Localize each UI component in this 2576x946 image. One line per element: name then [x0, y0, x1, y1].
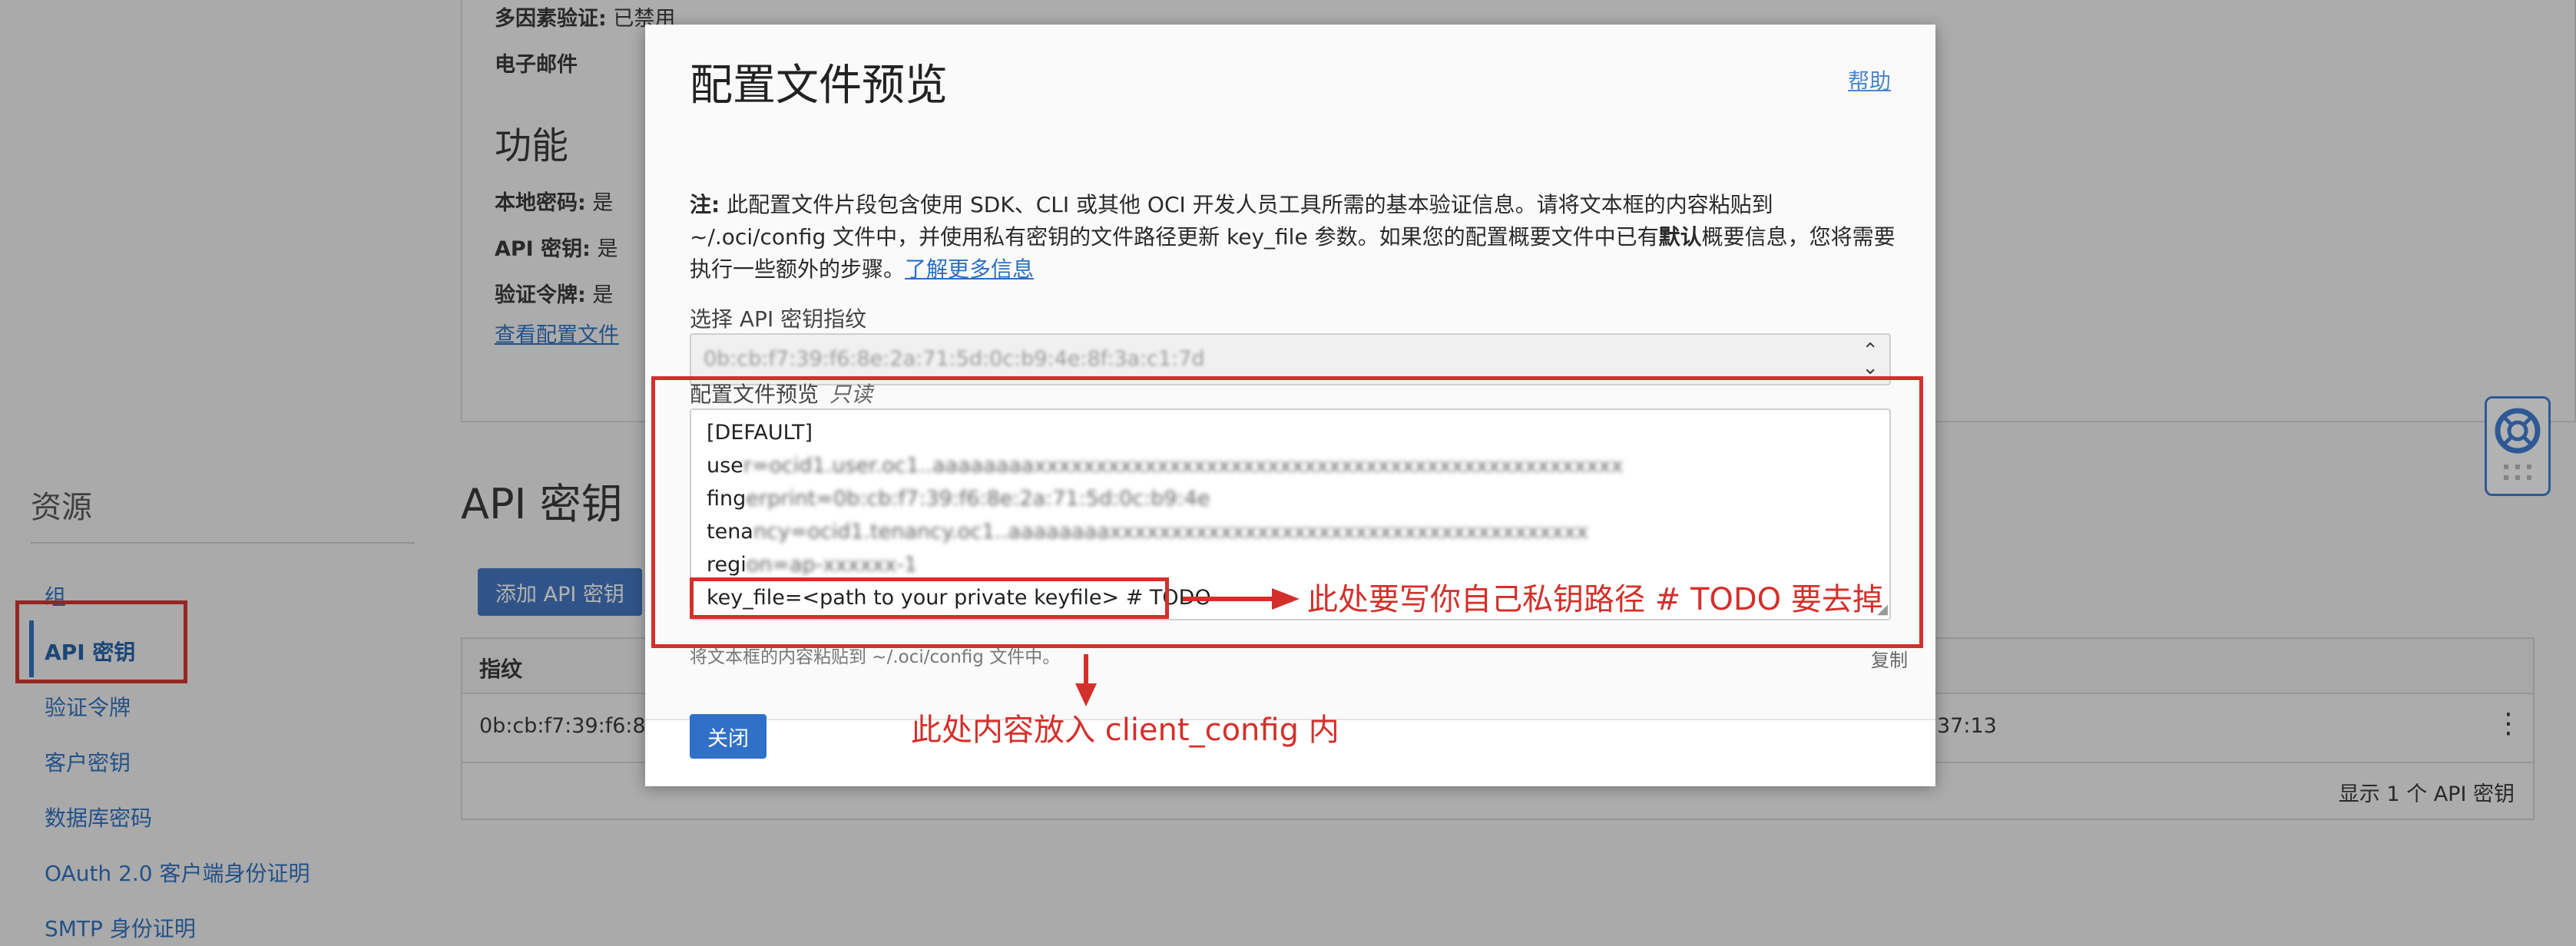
dialog-title: 配置文件预览 — [690, 61, 948, 111]
note-bold: 默认 — [1658, 224, 1702, 250]
client-config-annotation: 此处内容放入 client_config 内 — [911, 713, 1339, 748]
learn-more-link[interactable]: 了解更多信息 — [905, 256, 1034, 282]
fingerprint-select-value: 0b:cb:f7:39:f6:8e:2a:71:5d:0c:b9:4e:8f:3… — [704, 347, 1205, 371]
down-arrow-icon — [1075, 654, 1097, 706]
dialog-header: 配置文件预览 帮助 — [645, 25, 1935, 132]
key-file-annotation: 此处要写你自己私钥路径 # TODO 要去掉 — [1307, 582, 1883, 617]
help-link[interactable]: 帮助 — [1848, 64, 1891, 95]
config-note: 注: 此配置文件片段包含使用 SDK、CLI 或其他 OCI 开发人员工具所需的… — [690, 189, 1896, 286]
select-fingerprint-label: 选择 API 密钥指纹 — [690, 306, 867, 332]
note-text-1: 此配置文件片段包含使用 SDK、CLI 或其他 OCI 开发人员工具所需的基本验… — [690, 192, 1773, 250]
right-arrow-icon — [1183, 588, 1300, 610]
close-button[interactable]: 关闭 — [690, 714, 767, 759]
note-label: 注: — [690, 192, 720, 217]
key-file-highlight — [690, 577, 1169, 619]
select-caret-icon: ⌃ ⌄ — [1862, 339, 1879, 379]
copy-link[interactable]: 复制 — [1871, 645, 1908, 672]
